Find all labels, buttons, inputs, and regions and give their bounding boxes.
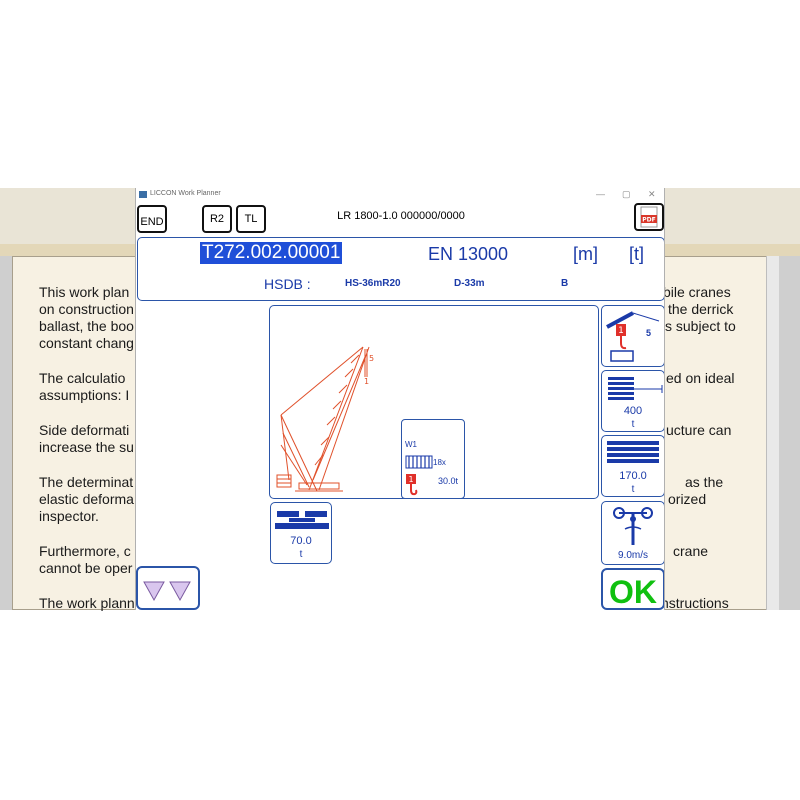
svg-text:1: 1 bbox=[408, 475, 413, 484]
hsdb-value-boom: HS-36mR20 bbox=[345, 278, 401, 289]
svg-text:1: 1 bbox=[618, 326, 624, 336]
window-title: LICCON Work Planner bbox=[150, 190, 221, 197]
app-icon bbox=[139, 191, 147, 198]
pdf-text: PDF bbox=[642, 217, 655, 224]
doc-line: inspector. bbox=[39, 508, 99, 524]
title-bar: LICCON Work Planner — ▢ ✕ bbox=[136, 188, 664, 202]
hsdb-value-config: B bbox=[561, 278, 569, 289]
maximize-icon[interactable]: ▢ bbox=[622, 189, 631, 200]
carbody-unit: t bbox=[299, 549, 303, 560]
carbody-ballast-tile[interactable]: 70.0 t bbox=[270, 502, 332, 564]
doc-line: Side deformati bbox=[39, 422, 130, 438]
scroll-down-button[interactable] bbox=[136, 566, 200, 610]
doc-line: constant chang bbox=[39, 335, 134, 351]
doc-line-right: nstructions bbox=[661, 595, 729, 611]
double-down-arrow-icon bbox=[143, 581, 191, 602]
doc-line-right: as the bbox=[685, 474, 724, 490]
winch-drum-icon bbox=[405, 455, 433, 469]
winch-panel[interactable]: W1 18x 1 30.0t bbox=[401, 419, 465, 499]
minimize-icon[interactable]: — bbox=[596, 189, 605, 199]
work-planner-window: LICCON Work Planner — ▢ ✕ END R2 TL LR 1… bbox=[135, 188, 665, 610]
pdf-button[interactable]: PDF bbox=[634, 203, 664, 231]
doc-line: The work plann bbox=[39, 595, 135, 611]
counterweight-tile[interactable]: 170.0 t bbox=[601, 435, 664, 497]
hook-config-tile[interactable]: 1 5 bbox=[601, 305, 664, 367]
ballast-tile[interactable]: 400 t bbox=[601, 370, 664, 432]
doc-line-right: ucture can bbox=[666, 422, 732, 438]
doc-line: on construction bbox=[39, 301, 134, 317]
doc-line: assumptions: I bbox=[39, 387, 130, 403]
hook-bottom-label: 1 bbox=[364, 377, 369, 386]
ok-button[interactable]: OK bbox=[601, 568, 664, 610]
counterweight-icon bbox=[607, 441, 659, 463]
boom-hook-icon: 1 bbox=[606, 311, 660, 362]
anemometer-icon bbox=[613, 507, 653, 545]
counterweight-value: 170.0 bbox=[619, 470, 647, 482]
background-scrollbar[interactable] bbox=[766, 256, 779, 610]
unit-weight: [t] bbox=[629, 244, 645, 264]
counterweight-unit: t bbox=[631, 484, 635, 495]
work-plan-code: T272.002.00001 bbox=[200, 242, 343, 264]
rope-reeving: 18x bbox=[433, 458, 446, 467]
wind-speed-tile[interactable]: 9.0m/s bbox=[601, 501, 664, 565]
norm-label: EN 13000 bbox=[428, 244, 509, 264]
doc-line-right: crane bbox=[673, 543, 709, 559]
ballast-stack-icon bbox=[608, 377, 663, 400]
doc-line: ballast, the boo bbox=[39, 318, 134, 334]
doc-line-right: ed on ideal bbox=[666, 370, 735, 386]
doc-line-right: orized bbox=[668, 491, 707, 507]
doc-line: elastic deforma bbox=[39, 491, 134, 507]
ballast-value: 400 bbox=[623, 405, 643, 417]
carbody-value: 70.0 bbox=[290, 535, 312, 547]
model-label: LR 1800-1.0 000000/0000 bbox=[337, 210, 465, 222]
hsdb-value-derrick: D-33m bbox=[454, 278, 485, 289]
doc-line-right: s subject to bbox=[665, 318, 736, 334]
hsdb-label: HSDB : bbox=[264, 276, 311, 292]
crane-diagram-panel[interactable]: 5 1 W1 18x 1 30.0t bbox=[269, 305, 599, 499]
close-icon[interactable]: ✕ bbox=[648, 189, 656, 200]
doc-line: Furthermore, c bbox=[39, 543, 131, 559]
hook-top-label: 5 bbox=[369, 354, 374, 363]
doc-line-right: the derrick bbox=[668, 301, 734, 317]
hook-count: 5 bbox=[646, 328, 652, 338]
doc-line-right: bile cranes bbox=[663, 284, 731, 300]
winch-load: 30.0t bbox=[438, 476, 459, 486]
pdf-icon: PDF bbox=[640, 206, 658, 228]
doc-line: The determinat bbox=[39, 474, 134, 490]
wind-speed-value: 9.0m/s bbox=[617, 550, 648, 561]
doc-line: This work plan bbox=[39, 284, 130, 300]
doc-line: cannot be oper bbox=[39, 560, 133, 576]
doc-line: increase the su bbox=[39, 439, 134, 455]
hook-icon: 1 bbox=[406, 474, 418, 496]
unit-length: [m] bbox=[573, 244, 598, 264]
ballast-unit: t bbox=[631, 419, 635, 430]
winch-label: W1 bbox=[405, 440, 417, 449]
carbody-icon bbox=[275, 511, 329, 529]
doc-line: The calculatio bbox=[39, 370, 126, 386]
info-panel: T272.002.00001 EN 13000 [m] [t] HSDB : H… bbox=[137, 237, 664, 301]
